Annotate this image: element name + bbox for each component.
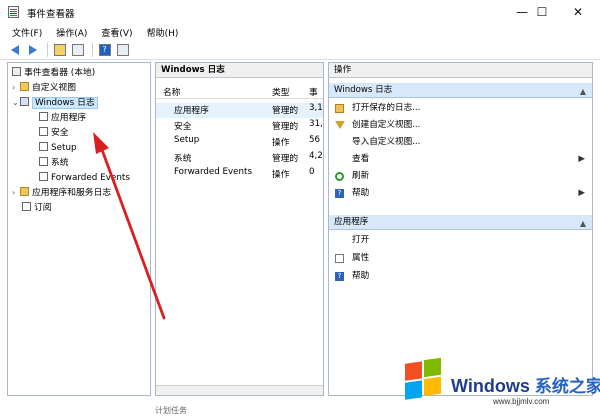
table-row[interactable]: Setup 操作 56 (156, 135, 323, 150)
action-help[interactable]: ? 帮助 ▶ (329, 186, 592, 201)
log-icon (39, 157, 48, 166)
tree-subscriptions[interactable]: 订阅 (22, 201, 52, 215)
menu-view[interactable]: 查看(V) (101, 26, 132, 39)
chevron-right-icon: › (12, 83, 16, 92)
help-button[interactable]: ? (97, 42, 112, 57)
logs-folder-icon (20, 97, 29, 106)
watermark-brand: Windows 系统之家 (451, 376, 600, 396)
logs-list-pane: Windows 日志 名称 类型 事 应用程序 管理的 3,1 安全 管理的 3… (155, 62, 324, 396)
table-row[interactable]: 系统 管理的 4,2 (156, 151, 323, 166)
submenu-arrow-icon: ▶ (578, 154, 585, 164)
properties-icon (335, 254, 344, 263)
toolbar: ? (0, 40, 600, 60)
console-tree-icon (71, 43, 84, 56)
column-header-row: 名称 类型 事 (156, 85, 323, 99)
logo-blue-pane (405, 380, 422, 400)
chevron-right-icon: › (12, 188, 16, 197)
table-row[interactable]: 安全 管理的 31, (156, 119, 323, 134)
action-refresh[interactable]: 刷新 (329, 169, 592, 184)
tree-apps-services[interactable]: › 应用程序和服务日志 (12, 186, 111, 200)
event-viewer-window: 事件查看器 — ☐ ✕ 文件(F) 操作(A) 查看(V) 帮助(H) ? 事件… (0, 0, 600, 418)
event-viewer-icon (12, 67, 21, 76)
actions-section-application[interactable]: 应用程序 ▲ (329, 215, 592, 230)
folder-icon (20, 187, 29, 196)
log-icon (39, 142, 48, 151)
menu-action[interactable]: 操作(A) (56, 26, 87, 39)
back-arrow-icon (10, 44, 19, 55)
window-title: 事件查看器 (27, 9, 75, 20)
table-row[interactable]: Forwarded Events 操作 0 (156, 167, 323, 182)
toolbar-separator-2 (92, 42, 93, 57)
back-button[interactable] (7, 42, 22, 57)
collapse-up-icon: ▲ (579, 87, 586, 96)
tree-windows-logs[interactable]: ⌄ Windows 日志 (12, 96, 98, 110)
log-icon (39, 172, 48, 181)
help-icon: ? (335, 272, 344, 281)
action-help-app[interactable]: ? 帮助 (329, 269, 592, 284)
tree-log-application[interactable]: 应用程序 (39, 111, 86, 125)
properties-button[interactable] (115, 42, 130, 57)
horizontal-scrollbar[interactable] (156, 385, 323, 395)
action-open[interactable]: 打开 (329, 233, 592, 248)
pane-title: Windows 日志 (156, 63, 323, 78)
tree-log-system[interactable]: 系统 (39, 156, 69, 170)
console-tree-pane: 事件查看器 (本地) › 自定义视图 ⌄ Windows 日志 应用程序 安全 Se… (7, 62, 151, 396)
up-folder-button[interactable] (52, 42, 67, 57)
tree-root-item[interactable]: 事件查看器 (本地) (12, 66, 95, 80)
actions-title: 操作 (329, 63, 592, 78)
tree-custom-views[interactable]: › 自定义视图 (12, 81, 76, 95)
tree-log-security[interactable]: 安全 (39, 126, 69, 140)
logo-yellow-pane (424, 376, 441, 397)
bottom-partial-text: 计划任务 (155, 406, 187, 415)
help-icon: ? (98, 43, 111, 56)
column-events[interactable]: 事 (309, 85, 318, 98)
actions-pane: 操作 Windows 日志 ▲ 打开保存的日志... 创建自定义视图... 导入… (328, 62, 593, 396)
log-icon (39, 112, 48, 121)
action-properties[interactable]: 属性 (329, 251, 592, 266)
menu-bar: 文件(F) 操作(A) 查看(V) 帮助(H) (0, 24, 600, 40)
logo-red-pane (405, 361, 422, 381)
menu-file[interactable]: 文件(F) (12, 26, 42, 39)
column-name[interactable]: 名称 (163, 85, 180, 98)
subscription-icon (22, 202, 31, 211)
submenu-arrow-icon: ▶ (578, 188, 585, 198)
refresh-icon (335, 172, 344, 181)
open-folder-icon (335, 104, 344, 113)
watermark-url: www.bjjmlv.com (493, 397, 550, 406)
table-row[interactable]: 应用程序 管理的 3,1 (156, 103, 323, 118)
logo-green-pane (424, 357, 441, 378)
actions-section-windows-logs[interactable]: Windows 日志 ▲ (329, 83, 592, 98)
folder-up-icon (53, 43, 66, 56)
action-import-custom-view[interactable]: 导入自定义视图... (329, 135, 592, 150)
collapse-up-icon: ▲ (579, 219, 586, 228)
close-button[interactable]: ✕ (560, 0, 596, 24)
help-icon: ? (335, 189, 344, 198)
windows-logo-icon (405, 357, 445, 403)
tree-log-forwarded[interactable]: Forwarded Events (39, 171, 130, 185)
title-bar: 事件查看器 — ☐ ✕ (0, 0, 600, 24)
toolbar-separator (47, 42, 48, 57)
menu-help[interactable]: 帮助(H) (147, 26, 179, 39)
forward-button[interactable] (25, 42, 40, 57)
tree-log-setup[interactable]: Setup (39, 141, 77, 155)
action-view[interactable]: 查看 ▶ (329, 152, 592, 167)
column-type[interactable]: 类型 (272, 85, 289, 98)
forward-arrow-icon (28, 44, 37, 55)
properties-icon (116, 43, 129, 56)
action-open-saved-log[interactable]: 打开保存的日志... (329, 101, 592, 116)
watermark: Windows 系统之家 www.bjjmlv.com (405, 357, 600, 408)
filter-shape (335, 121, 345, 129)
show-hide-tree-button[interactable] (70, 42, 85, 57)
folder-icon (20, 82, 29, 91)
filter-icon (335, 121, 345, 130)
action-create-custom-view[interactable]: 创建自定义视图... (329, 118, 592, 133)
log-icon (39, 127, 48, 136)
maximize-button[interactable]: ☐ (524, 0, 560, 24)
chevron-down-icon: ⌄ (12, 98, 19, 107)
event-viewer-app-icon (8, 6, 19, 18)
